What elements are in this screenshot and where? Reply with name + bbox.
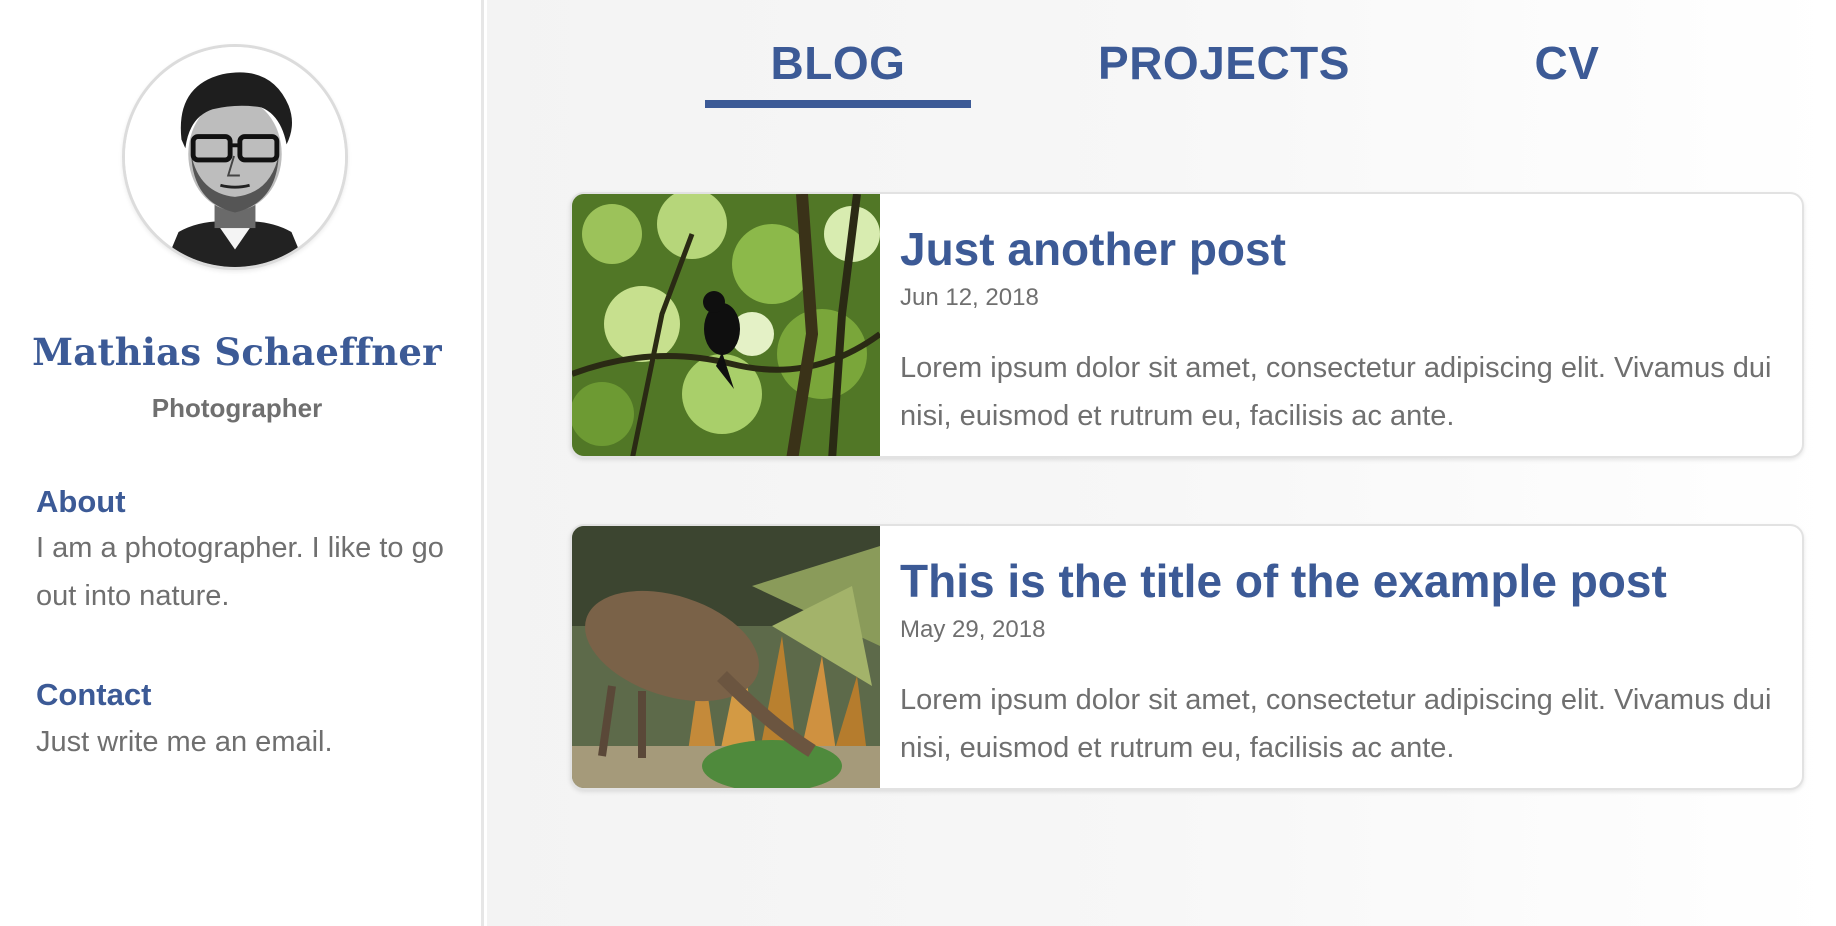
post-title[interactable]: This is the title of the example post [900,554,1667,608]
contact-heading: Contact [36,677,152,712]
tab-blog[interactable]: BLOG [705,36,971,90]
active-tab-indicator [705,100,971,108]
post-title[interactable]: Just another post [900,222,1286,276]
forest-bird-photo-icon [572,194,880,456]
tab-projects[interactable]: PROJECTS [1079,36,1369,90]
profile-role: Photographer [151,393,323,423]
kiwi-bird-diorama-photo-icon [572,526,880,788]
avatar [122,44,348,270]
main-content: BLOG PROJECTS CV Just another post Jun 1… [487,0,1836,926]
sidebar: Mathias Schaeffner Photographer About I … [0,0,484,926]
post-date: May 29, 2018 [900,616,1046,643]
post-card[interactable]: Just another post Jun 12, 2018 Lorem ips… [570,192,1804,458]
top-nav: BLOG PROJECTS CV [487,0,1836,120]
contact-text: Just write me an email. [36,726,333,758]
profile-name: Mathias Schaeffner [32,330,442,374]
post-card[interactable]: This is the title of the example post Ma… [570,524,1804,790]
post-thumbnail[interactable] [572,194,880,456]
post-thumbnail[interactable] [572,526,880,788]
tab-cv[interactable]: CV [1497,36,1637,90]
post-excerpt: Lorem ipsum dolor sit amet, consectetur … [900,684,1772,764]
about-text: I am a photographer. I like to go out in… [36,532,444,612]
about-heading: About [36,484,126,519]
post-date: Jun 12, 2018 [900,284,1039,311]
page: Mathias Schaeffner Photographer About I … [0,0,1836,926]
portrait-sketch-icon [125,47,345,267]
post-excerpt: Lorem ipsum dolor sit amet, consectetur … [900,352,1772,432]
